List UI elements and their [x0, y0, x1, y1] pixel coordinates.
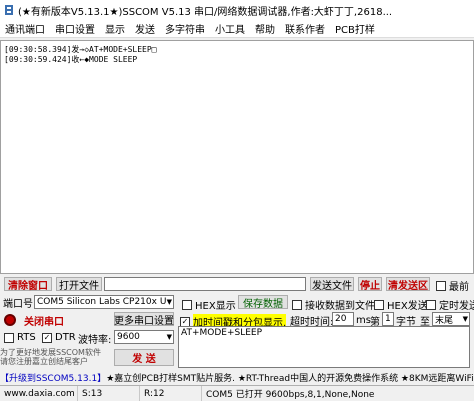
port-select-value: COM5 Silicon Labs CP210x U	[37, 297, 167, 307]
topmost-checkbox[interactable]: 最前	[436, 278, 469, 293]
timed-send-checkbox[interactable]: 定时发送	[426, 297, 474, 312]
ticker-text[interactable]: ★嘉立创PCB打样SMT贴片服务. ★RT-Thread中国人的开源免费操作系统…	[106, 371, 473, 384]
tail-select[interactable]: 末尾 ▼	[432, 312, 470, 326]
checkbox-box[interactable]: ✓	[42, 332, 52, 343]
chevron-down-icon[interactable]: ▼	[463, 315, 468, 323]
checkbox-box[interactable]	[292, 299, 302, 310]
dtr-label: DTR	[55, 332, 76, 343]
timed-send-label: 定时发送	[439, 301, 474, 312]
send-file-button[interactable]: 发送文件	[310, 277, 354, 292]
rts-checkbox[interactable]: RTS	[4, 332, 36, 343]
stop-button[interactable]: 停止	[358, 277, 382, 292]
rts-label: RTS	[17, 332, 36, 343]
menu-display[interactable]: 显示	[100, 21, 130, 36]
baud-select-value: 9600	[117, 332, 140, 342]
menu-pcb[interactable]: PCB打样	[330, 21, 380, 36]
output-line: [09:30:58.394]发→◇AT+MODE+SLEEP□	[4, 45, 157, 54]
port-status-indicator-icon	[4, 314, 16, 326]
port-label: 端口号	[3, 298, 33, 310]
hex-send-checkbox[interactable]: HEX发送	[374, 297, 428, 312]
status-bar: www.daxia.com S:13 R:12 COM5 已打开 9600bps…	[0, 385, 474, 401]
app-icon	[5, 5, 13, 15]
menu-multi-string[interactable]: 多字符串	[160, 21, 210, 36]
hex-send-label: HEX发送	[387, 301, 428, 312]
chevron-down-icon[interactable]: ▼	[167, 333, 172, 341]
menu-bar: 通讯端口 串口设置 显示 发送 多字符串 小工具 帮助 联系作者 PCB打样	[0, 20, 474, 38]
hex-display-label: HEX显示	[195, 301, 236, 312]
status-port-info: COM5 已打开 9600bps,8,1,None,None	[206, 390, 375, 400]
file-path-input[interactable]	[104, 277, 306, 291]
clear-send-area-button[interactable]: 清发送区	[386, 277, 430, 292]
port-select[interactable]: COM5 Silicon Labs CP210x U ▼	[34, 295, 174, 309]
send-button[interactable]: 发 送	[114, 349, 174, 366]
status-received-count: R:12	[140, 386, 202, 401]
status-sent-count: S:13	[78, 386, 140, 401]
output-line: [09:30:59.424]收←◆MODE SLEEP	[4, 55, 138, 64]
checkbox-box[interactable]	[4, 332, 14, 343]
to-label: 至	[420, 316, 430, 328]
checkbox-box[interactable]: ✓	[180, 316, 190, 327]
upgrade-link[interactable]: 【升级到SSCOM5.13.1】	[0, 371, 106, 384]
window-title: (★有新版本V5.13.1★)SSCOM V5.13 串口/网络数据调试器,作者…	[18, 6, 393, 18]
byte-index-input[interactable]: 1	[382, 312, 394, 326]
ms-label: ms	[356, 314, 371, 326]
baud-select[interactable]: 9600 ▼	[114, 330, 174, 344]
status-website[interactable]: www.daxia.com	[0, 386, 78, 401]
topmost-label: 最前	[449, 282, 469, 293]
byte-label: 字节	[396, 316, 416, 328]
save-data-button[interactable]: 保存数据	[238, 295, 288, 310]
close-port-button[interactable]: 关闭串口	[24, 313, 64, 328]
menu-help[interactable]: 帮助	[250, 21, 280, 36]
menu-serial-settings[interactable]: 串口设置	[50, 21, 100, 36]
tail-select-value: 末尾	[435, 315, 454, 326]
title-bar: (★有新版本V5.13.1★)SSCOM V5.13 串口/网络数据调试器,作者…	[0, 0, 474, 20]
recv-to-file-checkbox[interactable]: 接收数据到文件	[292, 297, 375, 312]
menu-tools[interactable]: 小工具	[210, 21, 250, 36]
checkbox-box[interactable]	[426, 299, 436, 310]
checkbox-box[interactable]	[182, 299, 192, 310]
open-file-button[interactable]: 打开文件	[56, 277, 102, 292]
clear-window-button[interactable]: 清除窗口	[4, 277, 52, 292]
promo-text[interactable]: 为了更好地发展SSCOM软件 请您注册嘉立创结尾客户	[0, 348, 112, 368]
menu-comm-port[interactable]: 通讯端口	[0, 21, 50, 36]
checkbox-box[interactable]	[436, 280, 446, 291]
menu-contact[interactable]: 联系作者	[280, 21, 330, 36]
news-ticker: 【升级到SSCOM5.13.1】 ★嘉立创PCB打样SMT贴片服务. ★RT-T…	[0, 370, 474, 384]
send-text-input[interactable]: AT+MODE+SLEEP	[178, 326, 470, 368]
timeout-label: 超时时间:	[290, 316, 334, 328]
checkbox-box[interactable]	[374, 299, 384, 310]
recv-to-file-label: 接收数据到文件	[305, 301, 375, 312]
baud-label: 波特率:	[78, 334, 112, 346]
nth-label: 第	[370, 316, 380, 328]
timeout-input[interactable]: 20	[332, 312, 354, 326]
chevron-down-icon[interactable]: ▼	[167, 298, 172, 306]
dtr-checkbox[interactable]: ✓ DTR	[42, 332, 76, 343]
receive-output-area[interactable]: [09:30:58.394]发→◇AT+MODE+SLEEP□ [09:30:5…	[0, 40, 474, 274]
menu-send[interactable]: 发送	[130, 21, 160, 36]
more-serial-settings-button[interactable]: 更多串口设置	[114, 312, 174, 327]
hex-display-checkbox[interactable]: HEX显示	[182, 297, 236, 312]
